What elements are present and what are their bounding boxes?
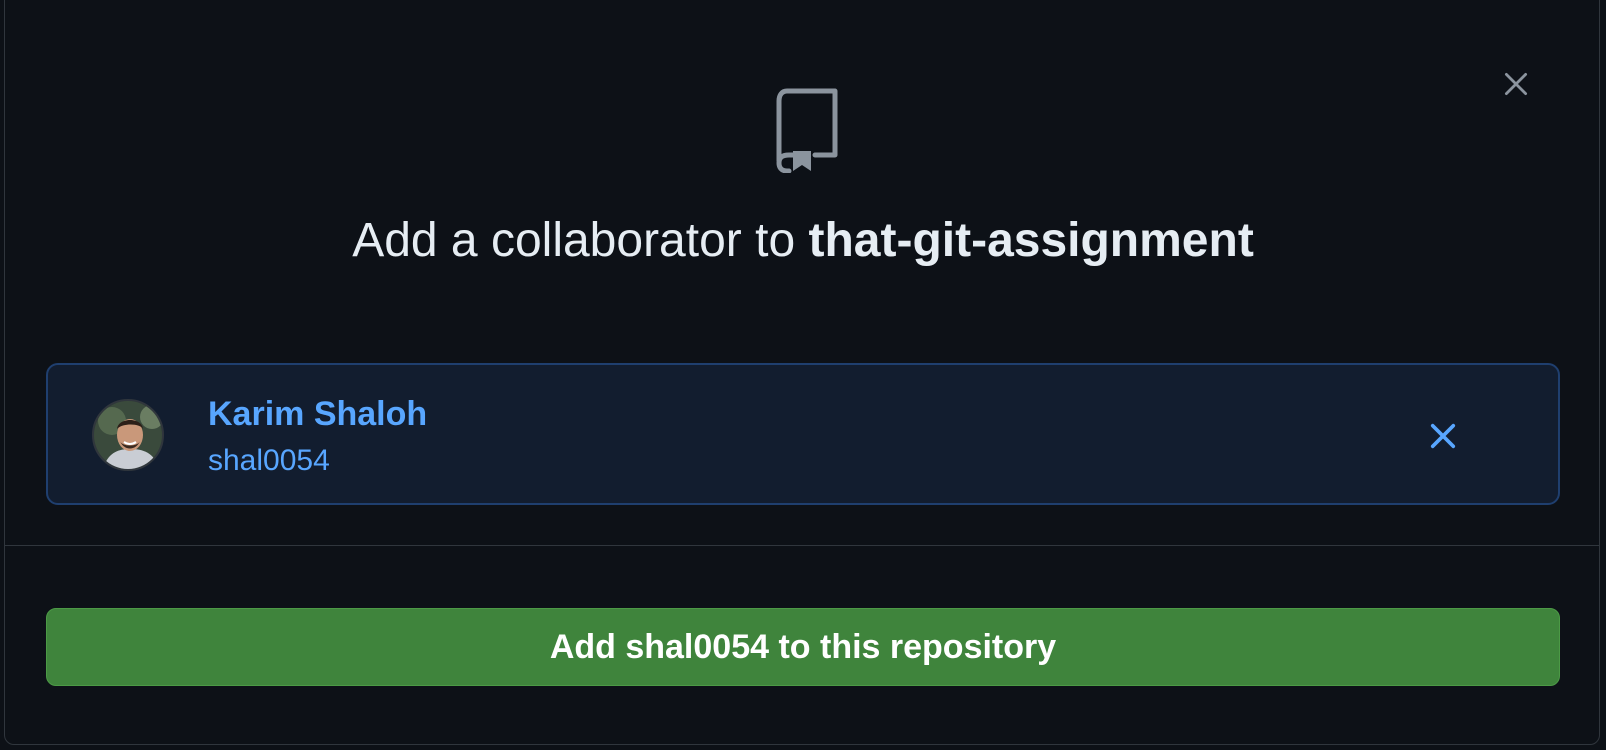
selected-user-card: Karim Shaloh shal0054 bbox=[46, 363, 1560, 505]
add-collaborator-dialog: Add a collaborator to that-git-assignmen… bbox=[4, 0, 1600, 745]
repository-name: that-git-assignment bbox=[808, 214, 1254, 267]
user-login: shal0054 bbox=[208, 444, 330, 477]
avatar bbox=[92, 399, 164, 471]
dialog-close-button[interactable] bbox=[1493, 61, 1539, 107]
remove-selected-user-button[interactable] bbox=[1422, 415, 1464, 457]
divider bbox=[5, 545, 1599, 546]
user-display-name: Karim Shaloh bbox=[208, 395, 428, 433]
close-icon bbox=[1430, 423, 1456, 449]
dialog-title: Add a collaborator to that-git-assignmen… bbox=[5, 205, 1601, 277]
add-collaborator-button[interactable]: Add shal0054 to this repository bbox=[46, 608, 1560, 686]
repo-icon bbox=[775, 87, 841, 174]
title-prefix: Add a collaborator to bbox=[352, 214, 809, 267]
close-icon bbox=[1504, 72, 1528, 96]
